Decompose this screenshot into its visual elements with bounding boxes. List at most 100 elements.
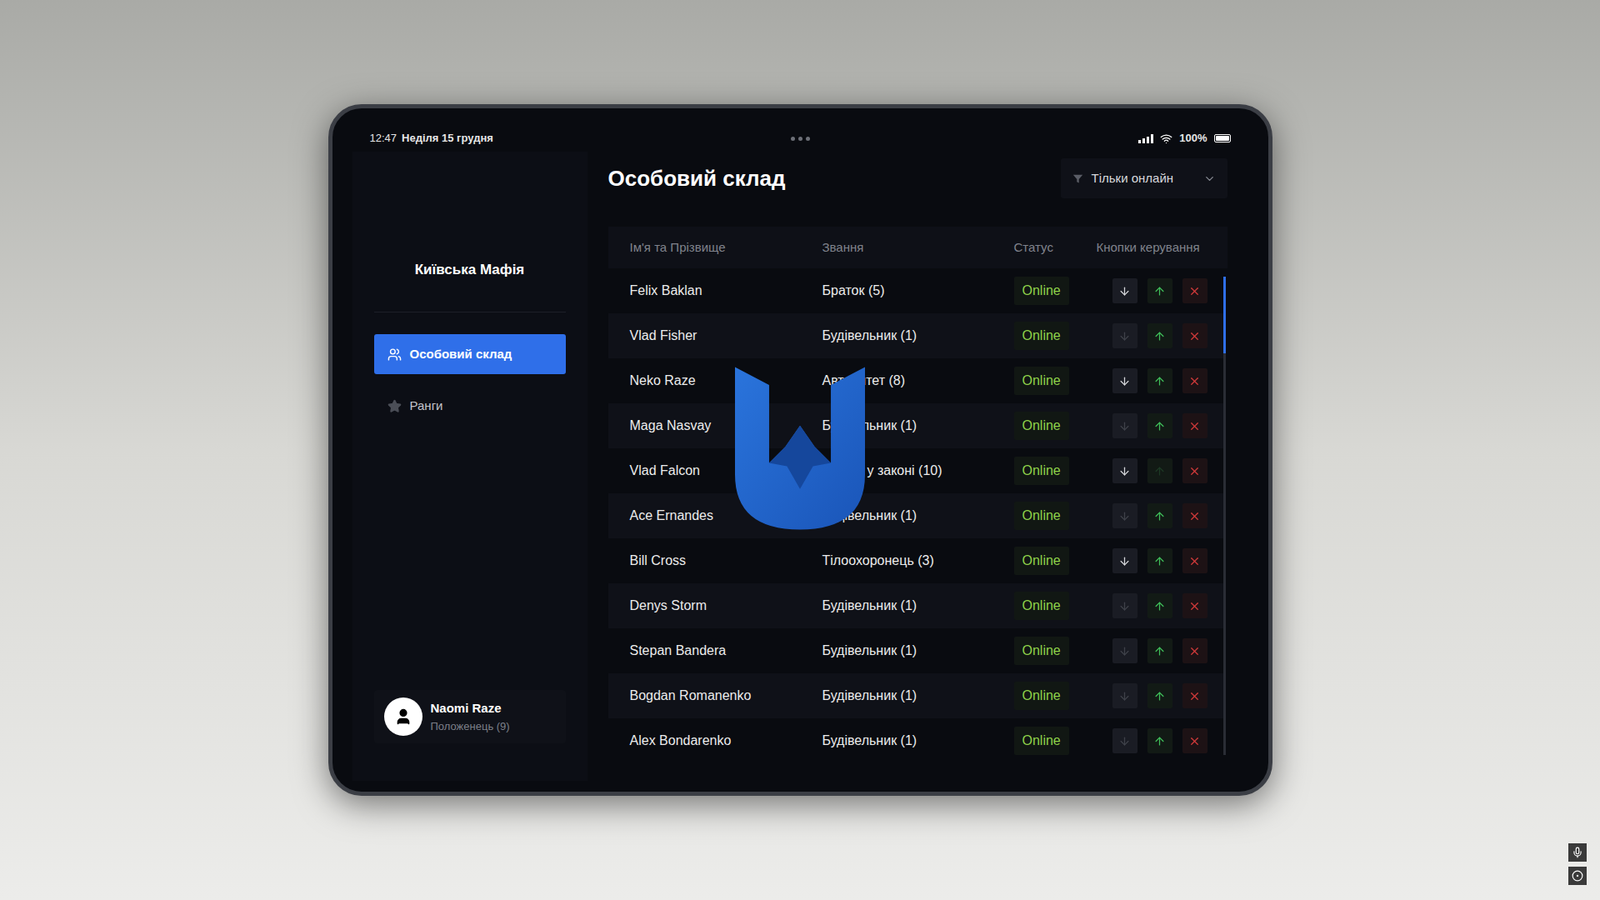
member-name: Bogdan Romanenko [630,685,823,706]
demote-button[interactable] [1112,368,1138,394]
arrow-down-icon [1118,690,1131,703]
arrow-up-icon [1153,645,1166,658]
member-name: Alex Bondarenko [630,730,823,751]
members-table: Ім'я та ПрізвищеЗванняСтатусКнопки керув… [608,226,1228,764]
user-card[interactable]: Naomi RazeПоложенець (9) [374,690,566,744]
row-controls [1096,323,1224,349]
column-header: Ім'я та Прізвище [630,238,823,258]
promote-button[interactable] [1147,458,1173,484]
table-row: Stepan BanderaБудівельник (1)Online [608,628,1224,674]
battery-icon [1214,134,1231,143]
table-row: Alex BondarenkoБудівельник (1)Online [608,718,1224,764]
arrow-down-icon [1118,465,1131,478]
main-panel: Особовий склад Тільки онлайн Ім'я та Прізв… [608,151,1228,781]
game-screen: 12:47Неділя 15 грудня100%Київська МафіяО… [0,0,1600,900]
page-title: Особовий склад [608,162,786,195]
promote-button[interactable] [1147,638,1173,664]
sidebar-item[interactable]: Ранги [374,385,566,426]
demote-button[interactable] [1112,278,1138,304]
promote-button[interactable] [1147,728,1173,754]
promote-button[interactable] [1147,368,1173,394]
member-name: Felix Baklan [630,280,823,301]
arrow-down-icon [1118,420,1131,433]
table-row: Felix BaklanБраток (5)Online [608,268,1224,314]
arrow-down-icon [1118,375,1131,388]
remove-button[interactable] [1182,593,1208,619]
demote-button[interactable] [1112,548,1138,574]
member-name: Maga Nasvay [630,415,823,436]
member-rank: Злодій у законі (10) [822,460,1015,481]
close-icon [1188,555,1201,568]
promote-button[interactable] [1147,593,1173,619]
scrollbar[interactable] [1223,276,1226,755]
scrollbar-thumb[interactable] [1223,276,1226,354]
status-badge: Online [1014,276,1070,305]
promote-button[interactable] [1147,503,1173,529]
member-name: Stepan Bandera [630,640,823,661]
remove-button[interactable] [1182,323,1208,349]
remove-button[interactable] [1182,458,1208,484]
remove-button[interactable] [1182,683,1208,709]
status-badge: Online [1014,321,1070,350]
demote-button[interactable] [1112,593,1138,619]
member-name: Vlad Fisher [630,325,823,346]
row-controls [1096,368,1224,394]
status-badge: Online [1014,501,1070,530]
promote-button[interactable] [1147,548,1173,574]
filter-dropdown[interactable]: Тільки онлайн [1060,158,1228,199]
date: Неділя 15 грудня [401,130,494,147]
demote-button[interactable] [1112,458,1138,484]
demote-button[interactable] [1112,683,1138,709]
table-row: Neko RazeАвторитет (8)Online [608,358,1224,404]
record-icon [1571,870,1584,882]
arrow-down-icon [1118,645,1131,658]
close-icon [1188,735,1201,748]
arrow-down-icon [1118,285,1131,298]
arrow-down-icon [1118,735,1131,748]
close-icon [1188,420,1201,433]
demote-button[interactable] [1112,323,1138,349]
row-controls [1096,548,1224,574]
member-name: Vlad Falcon [630,460,823,481]
hud-icons [1568,843,1587,885]
demote-button[interactable] [1112,503,1138,529]
table-row: Vlad FalconЗлодій у законі (10)Online [608,448,1224,494]
sidebar-item[interactable]: Особовий склад [374,334,566,375]
row-controls [1096,278,1224,304]
close-icon [1188,600,1201,613]
member-rank: Авторитет (8) [822,370,1015,391]
demote-button[interactable] [1112,413,1138,439]
promote-button[interactable] [1147,323,1173,349]
arrow-up-icon [1153,375,1166,388]
member-name: Bill Cross [630,550,823,571]
remove-button[interactable] [1182,638,1208,664]
watermark-logo-icon [735,366,865,530]
remove-button[interactable] [1182,728,1208,754]
remove-button[interactable] [1182,548,1208,574]
remove-button[interactable] [1182,278,1208,304]
chevron-down-icon [1203,172,1216,185]
close-icon [1188,645,1201,658]
user-name: Naomi Raze [430,699,510,719]
promote-button[interactable] [1147,683,1173,709]
table-header: Ім'я та ПрізвищеЗванняСтатусКнопки керув… [608,226,1228,269]
member-rank: Тілоохоронець (3) [822,550,1015,571]
handle-icon[interactable] [790,136,810,141]
demote-button[interactable] [1112,638,1138,664]
demote-button[interactable] [1112,728,1138,754]
clock: 12:47Неділя 15 грудня [370,130,587,147]
status-badge: Online [1014,636,1070,665]
member-name: Ace Ernandes [630,505,823,526]
remove-button[interactable] [1182,368,1208,394]
member-name: Denys Storm [630,595,823,616]
time: 12:47 [370,130,398,147]
remove-button[interactable] [1182,503,1208,529]
tablet-body: Київська МафіяОсобовий складРангиNaomi R… [332,148,1269,792]
close-icon [1188,330,1201,343]
promote-button[interactable] [1147,278,1173,304]
people-icon [387,347,402,362]
system-tray: 100% [1014,130,1231,147]
remove-button[interactable] [1182,413,1208,439]
status-badge: Online [1014,591,1070,620]
promote-button[interactable] [1147,413,1173,439]
